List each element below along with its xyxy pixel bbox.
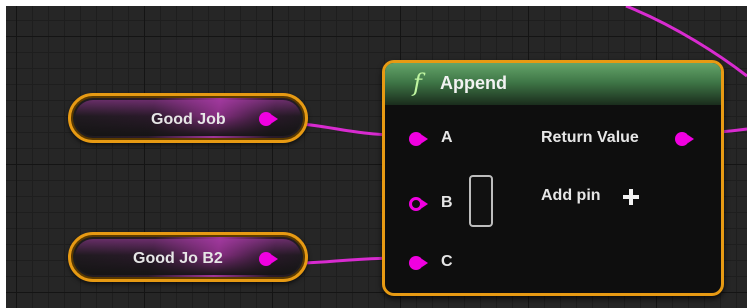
variable-node-good-jo-b2[interactable]: Good Jo B2: [68, 232, 308, 282]
function-title: Append: [440, 73, 507, 93]
input-pin-b[interactable]: [409, 197, 428, 211]
function-header[interactable]: f Append: [385, 63, 721, 105]
output-pin[interactable]: [259, 252, 278, 266]
function-icon: f: [413, 69, 422, 97]
return-value-pin[interactable]: [675, 132, 694, 146]
variable-label: Good Jo B2: [133, 250, 223, 267]
blueprint-graph-canvas[interactable]: Good Job Good Jo B2 f Append A B C Retur…: [6, 6, 747, 308]
input-b-text-field[interactable]: [469, 175, 493, 227]
input-pin-c[interactable]: [409, 256, 428, 270]
input-pin-a[interactable]: [409, 132, 428, 146]
return-value-label: Return Value: [541, 129, 639, 146]
add-pin-plus-icon[interactable]: [623, 189, 639, 205]
append-function-node[interactable]: f Append A B C Return Value Add pin: [382, 60, 724, 296]
pin-label-c: C: [441, 253, 453, 270]
pin-label-a: A: [441, 129, 453, 146]
variable-node-good-job[interactable]: Good Job: [68, 93, 308, 143]
add-pin-label[interactable]: Add pin: [541, 187, 601, 205]
variable-label: Good Job: [151, 111, 226, 128]
pin-label-b: B: [441, 194, 453, 211]
output-pin[interactable]: [259, 112, 278, 126]
